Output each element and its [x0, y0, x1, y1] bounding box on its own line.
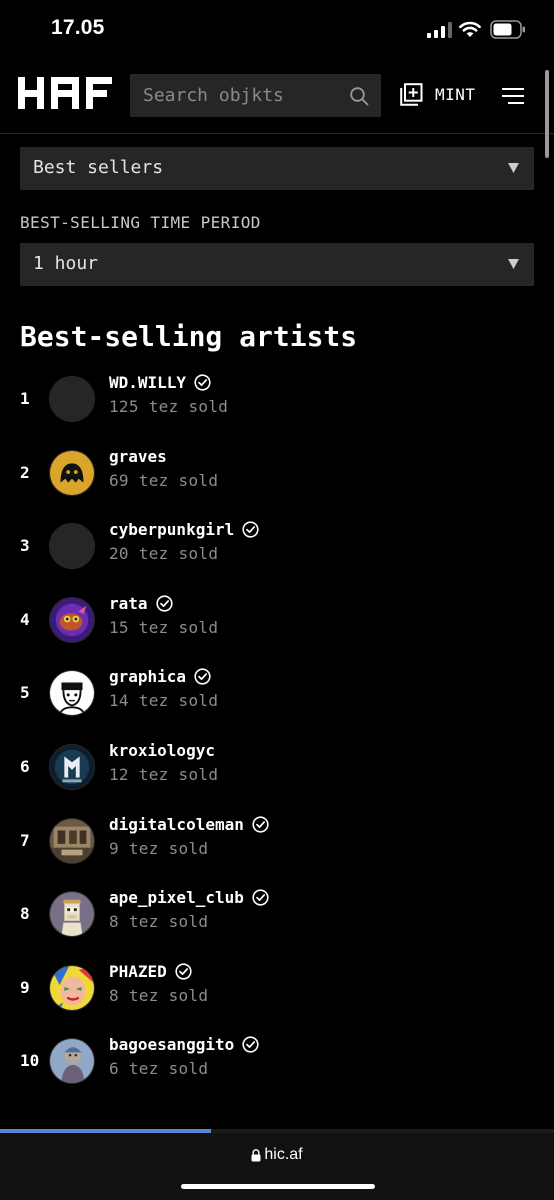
home-indicator[interactable]	[181, 1184, 375, 1189]
artist-row[interactable]: 5 graphica 14 tez sold	[0, 667, 554, 740]
artist-name-link[interactable]: rata	[109, 594, 148, 613]
sort-select[interactable]: Best sellers	[20, 147, 534, 190]
app-header: MINT	[0, 58, 554, 134]
artist-name-link[interactable]: graphica	[109, 667, 186, 686]
artist-avatar[interactable]	[49, 818, 95, 864]
artist-row[interactable]: 1 WD.WILLY 125 tez sold	[0, 373, 554, 446]
artist-rank: 10	[20, 1051, 40, 1070]
artist-rank: 5	[20, 683, 30, 702]
time-period-label: BEST-SELLING TIME PERIOD	[20, 213, 261, 232]
artist-tez-sold: 15 tez sold	[109, 618, 219, 637]
artist-name-line: graves	[109, 447, 167, 466]
artist-rank: 3	[20, 536, 30, 555]
artist-name-link[interactable]: cyberpunkgirl	[109, 520, 234, 539]
artist-row[interactable]: 8 ape_pixel_club 8 tez sold	[0, 888, 554, 961]
verified-badge-icon	[175, 963, 192, 980]
artist-name-line: bagoesanggito	[109, 1035, 259, 1054]
artist-name-link[interactable]: kroxiologyc	[109, 741, 215, 760]
artist-name-link[interactable]: bagoesanggito	[109, 1035, 234, 1054]
status-time: 17.05	[51, 16, 105, 39]
artist-avatar[interactable]	[49, 597, 95, 643]
artist-tez-sold: 6 tez sold	[109, 1059, 209, 1078]
hicetnunc-logo[interactable]	[18, 77, 112, 109]
search-input[interactable]	[130, 74, 340, 117]
artist-row[interactable]: 9 PHAZED 8 tez sold	[0, 962, 554, 1035]
cellular-signal-icon	[427, 22, 452, 38]
artist-row[interactable]: 7 digitalcoleman 9 tez sold	[0, 815, 554, 888]
url-display[interactable]: hic.af	[0, 1146, 554, 1164]
artist-name-line: kroxiologyc	[109, 741, 215, 760]
artist-tez-sold: 14 tez sold	[109, 691, 219, 710]
verified-badge-icon	[155, 595, 173, 612]
sort-select-value: Best sellers	[33, 157, 164, 178]
url-text: hic.af	[264, 1146, 303, 1163]
artist-avatar[interactable]	[49, 376, 95, 422]
battery-icon	[490, 20, 525, 39]
artist-row[interactable]: 4 rata 15 tez sold	[0, 594, 554, 667]
dropdown-arrow-icon	[508, 259, 519, 269]
artist-row[interactable]: 10 bagoesanggito 6 tez sold	[0, 1035, 554, 1108]
artist-avatar[interactable]	[49, 744, 95, 790]
artist-avatar[interactable]	[49, 670, 95, 716]
artist-name-link[interactable]: PHAZED	[109, 962, 167, 981]
artist-avatar[interactable]	[49, 891, 95, 937]
artist-name-line: ape_pixel_club	[109, 888, 269, 907]
artist-name-link[interactable]: WD.WILLY	[109, 373, 186, 392]
verified-badge-icon	[242, 1036, 259, 1053]
artist-row[interactable]: 2 graves 69 tez sold	[0, 447, 554, 520]
artist-row[interactable]: 6 kroxiologyc 12 tez sold	[0, 741, 554, 814]
artist-name-link[interactable]: ape_pixel_club	[109, 888, 244, 907]
artist-name-line: cyberpunkgirl	[109, 520, 259, 539]
artist-rank: 2	[20, 463, 30, 482]
hamburger-menu-icon[interactable]	[502, 88, 524, 104]
time-period-select-value: 1 hour	[33, 253, 99, 274]
scrollbar-thumb[interactable]	[545, 70, 549, 158]
artist-tez-sold: 125 tez sold	[109, 397, 229, 416]
verified-badge-icon	[252, 889, 269, 906]
artist-avatar[interactable]	[49, 450, 95, 496]
plus-square-icon	[400, 82, 423, 106]
wifi-icon	[459, 21, 481, 37]
lock-icon	[251, 1148, 261, 1161]
artist-tez-sold: 69 tez sold	[109, 471, 219, 490]
artist-name-link[interactable]: graves	[109, 447, 167, 466]
artist-name-line: graphica	[109, 667, 211, 686]
artist-name-line: rata	[109, 594, 173, 613]
artist-tez-sold: 12 tez sold	[109, 765, 219, 784]
status-bar: 17.05	[0, 0, 554, 58]
artist-avatar[interactable]	[49, 965, 95, 1011]
verified-badge-icon	[194, 374, 211, 391]
dropdown-arrow-icon	[508, 163, 519, 173]
artist-rank: 4	[20, 610, 30, 629]
artist-tez-sold: 8 tez sold	[109, 912, 209, 931]
verified-badge-icon	[242, 521, 259, 538]
artist-name-link[interactable]: digitalcoleman	[109, 815, 244, 834]
artist-rank: 6	[20, 757, 30, 776]
artist-tez-sold: 20 tez sold	[109, 544, 219, 563]
verified-badge-icon	[194, 668, 211, 685]
artist-name-line: WD.WILLY	[109, 373, 211, 392]
artist-tez-sold: 9 tez sold	[109, 839, 209, 858]
artist-name-line: PHAZED	[109, 962, 192, 981]
page-title: Best-selling artists	[20, 320, 358, 353]
mint-label: MINT	[435, 84, 476, 104]
search-icon[interactable]	[349, 86, 369, 106]
artist-avatar[interactable]	[49, 523, 95, 569]
artist-tez-sold: 8 tez sold	[109, 986, 209, 1005]
artist-rank: 7	[20, 831, 30, 850]
artist-rank: 1	[20, 389, 30, 408]
artist-row[interactable]: 3 cyberpunkgirl 20 tez sold	[0, 520, 554, 593]
browser-address-bar[interactable]: hic.af	[0, 1133, 554, 1200]
artist-rank: 9	[20, 978, 30, 997]
artist-name-line: digitalcoleman	[109, 815, 269, 834]
verified-badge-icon	[252, 816, 269, 833]
search-box	[130, 74, 381, 117]
time-period-select[interactable]: 1 hour	[20, 243, 534, 286]
mint-button[interactable]: MINT	[400, 80, 476, 108]
artist-avatar[interactable]	[49, 1038, 95, 1084]
artist-rank: 8	[20, 904, 30, 923]
